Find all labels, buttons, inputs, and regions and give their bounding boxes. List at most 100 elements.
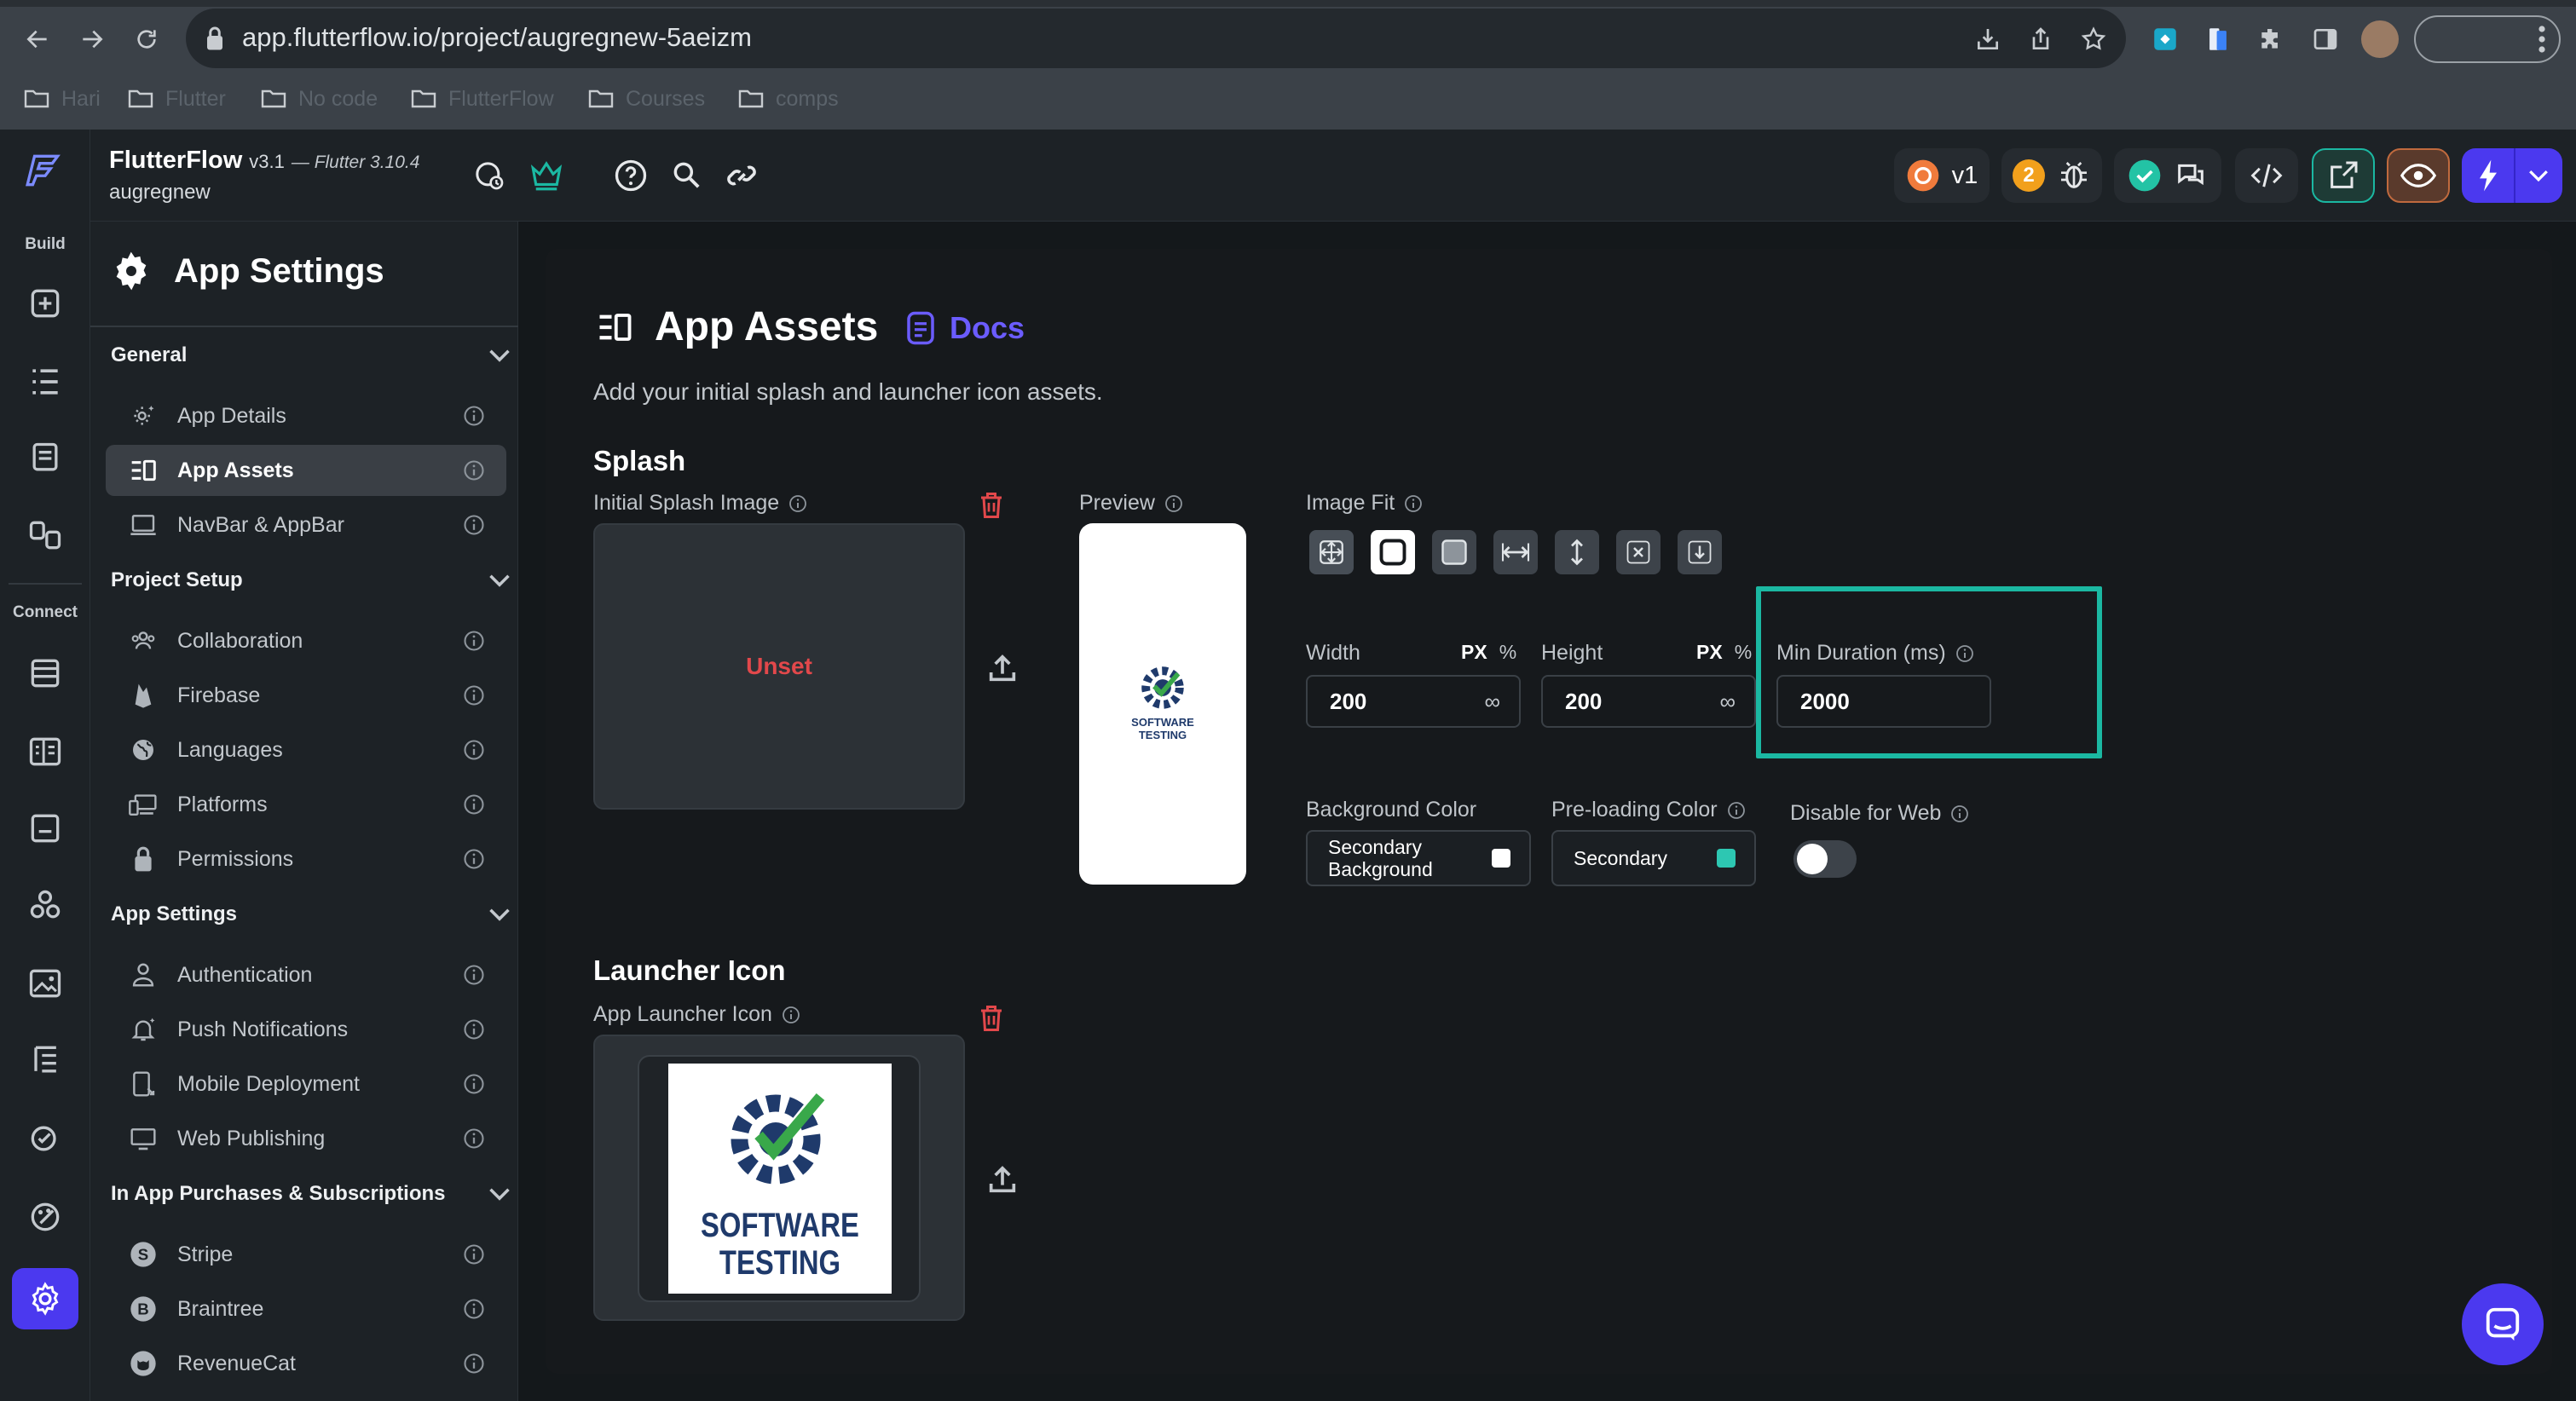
info-icon[interactable]: [1403, 493, 1424, 514]
info-icon[interactable]: [1955, 643, 1975, 664]
info-icon[interactable]: [1726, 800, 1747, 821]
sidebar-item-web-publishing[interactable]: Web Publishing: [106, 1113, 506, 1164]
sidebar-item-authentication[interactable]: Authentication: [106, 949, 506, 1000]
info-icon[interactable]: [1164, 493, 1184, 514]
info-icon[interactable]: [462, 683, 486, 707]
sidebar-item-push-notifications[interactable]: Push Notifications: [106, 1004, 506, 1055]
bookmark-flutter[interactable]: Flutter: [128, 84, 226, 114]
section-app-settings[interactable]: App Settings: [111, 893, 511, 936]
sidebar-item-app-assets[interactable]: App Assets: [106, 445, 506, 496]
info-icon[interactable]: [462, 1072, 486, 1096]
min-duration-input[interactable]: 2000: [1776, 675, 1991, 728]
puzzle-icon[interactable]: [2252, 20, 2290, 58]
sidebar-item-platforms[interactable]: Platforms: [106, 779, 506, 830]
info-icon[interactable]: [462, 963, 486, 987]
star-icon[interactable]: [2075, 20, 2112, 58]
crown-icon[interactable]: [528, 159, 564, 193]
section-in-app-purchases[interactable]: In App Purchases & Subscriptions: [111, 1173, 511, 1215]
section-general[interactable]: General: [111, 334, 511, 377]
fit-contain-button[interactable]: [1371, 530, 1415, 574]
width-unit-toggle[interactable]: PX %: [1461, 641, 1516, 664]
forward-button[interactable]: [70, 17, 114, 61]
fit-none-button[interactable]: [1309, 530, 1354, 574]
info-icon[interactable]: [462, 404, 486, 428]
avatar[interactable]: [2361, 20, 2399, 58]
flutterflow-logo-icon[interactable]: [23, 148, 67, 193]
infinity-icon[interactable]: ∞: [1719, 689, 1736, 715]
sidepanel-icon[interactable]: [2307, 20, 2344, 58]
sidebar-item-stripe[interactable]: S Stripe: [106, 1229, 506, 1280]
app-state-icon[interactable]: [23, 729, 67, 774]
splash-image-dropzone[interactable]: Unset: [593, 523, 965, 810]
open-external-button[interactable]: [2312, 148, 2375, 203]
info-icon[interactable]: [462, 458, 486, 482]
disable-web-toggle[interactable]: [1793, 840, 1857, 878]
fit-height-button[interactable]: [1555, 530, 1599, 574]
back-button[interactable]: [15, 17, 60, 61]
info-icon[interactable]: [462, 1297, 486, 1321]
bookmark-courses[interactable]: Courses: [588, 84, 705, 114]
fit-cover-button[interactable]: [1432, 530, 1476, 574]
infinity-icon[interactable]: ∞: [1484, 689, 1500, 715]
sidebar-item-languages[interactable]: Languages: [106, 724, 506, 775]
code-button[interactable]: [2235, 148, 2298, 203]
widget-tree-icon[interactable]: [23, 360, 67, 404]
docs-link[interactable]: Docs: [905, 310, 1025, 346]
search-icon[interactable]: [670, 159, 702, 191]
status-comments-button[interactable]: [2114, 148, 2221, 203]
issues-button[interactable]: 2: [2001, 148, 2102, 203]
delete-launcher-button[interactable]: [979, 1004, 1004, 1033]
components-icon[interactable]: [23, 436, 67, 481]
preview-button[interactable]: [2387, 148, 2450, 203]
extension-blue-icon[interactable]: [2199, 20, 2237, 58]
custom-code-icon[interactable]: [23, 883, 67, 927]
info-icon[interactable]: [462, 1127, 486, 1150]
height-unit-px[interactable]: PX: [1696, 641, 1723, 664]
run-button[interactable]: [2462, 148, 2562, 203]
extension-teal-icon[interactable]: [2146, 20, 2184, 58]
bg-color-picker[interactable]: Secondary Background: [1306, 830, 1531, 886]
share-icon[interactable]: [2022, 20, 2059, 58]
theme-icon[interactable]: [23, 1195, 67, 1239]
install-icon[interactable]: [1969, 20, 2007, 58]
link-icon[interactable]: [723, 159, 760, 193]
kebab-menu-icon[interactable]: [2523, 20, 2561, 58]
section-project-setup[interactable]: Project Setup: [111, 559, 511, 602]
delete-splash-button[interactable]: [979, 491, 1004, 520]
sidebar-item-permissions[interactable]: Permissions: [106, 833, 506, 885]
sidebar-item-collaboration[interactable]: Collaboration: [106, 615, 506, 666]
agents-icon[interactable]: [23, 1038, 67, 1082]
project-status-icon[interactable]: [472, 159, 506, 193]
add-page-icon[interactable]: [23, 281, 67, 326]
chevron-down-icon[interactable]: [2527, 168, 2550, 183]
fit-fill-button[interactable]: [1616, 530, 1661, 574]
info-icon[interactable]: [781, 1005, 801, 1025]
api-calls-icon[interactable]: [23, 806, 67, 850]
width-unit-px[interactable]: PX: [1461, 641, 1487, 664]
info-icon[interactable]: [462, 1352, 486, 1375]
bookmark-hari[interactable]: Hari: [24, 84, 101, 114]
launcher-icon-dropzone[interactable]: SOFTWARE TESTING: [593, 1035, 965, 1321]
preload-color-picker[interactable]: Secondary: [1551, 830, 1756, 886]
height-input[interactable]: 200 ∞: [1541, 675, 1756, 728]
sidebar-item-braintree[interactable]: B Braintree: [106, 1283, 506, 1335]
info-icon[interactable]: [462, 629, 486, 653]
height-unit-toggle[interactable]: PX %: [1696, 641, 1752, 664]
sidebar-item-app-details[interactable]: App Details: [106, 390, 506, 441]
bookmark-comps[interactable]: comps: [738, 84, 839, 114]
version-button[interactable]: v1: [1894, 148, 1990, 203]
sidebar-item-firebase[interactable]: Firebase: [106, 670, 506, 721]
bookmark-no-code[interactable]: No code: [261, 84, 378, 114]
info-icon[interactable]: [462, 513, 486, 537]
upload-splash-button[interactable]: [985, 651, 1019, 685]
reload-button[interactable]: [124, 17, 169, 61]
info-icon[interactable]: [1949, 804, 1970, 824]
storyboard-icon[interactable]: [23, 513, 67, 557]
media-assets-icon[interactable]: [23, 961, 67, 1006]
testing-icon[interactable]: [23, 1116, 67, 1161]
info-icon[interactable]: [462, 1242, 486, 1266]
info-icon[interactable]: [462, 847, 486, 871]
upload-launcher-button[interactable]: [985, 1162, 1019, 1196]
sidebar-item-navbar-appbar[interactable]: NavBar & AppBar: [106, 499, 506, 551]
width-unit-pct[interactable]: %: [1499, 641, 1516, 664]
